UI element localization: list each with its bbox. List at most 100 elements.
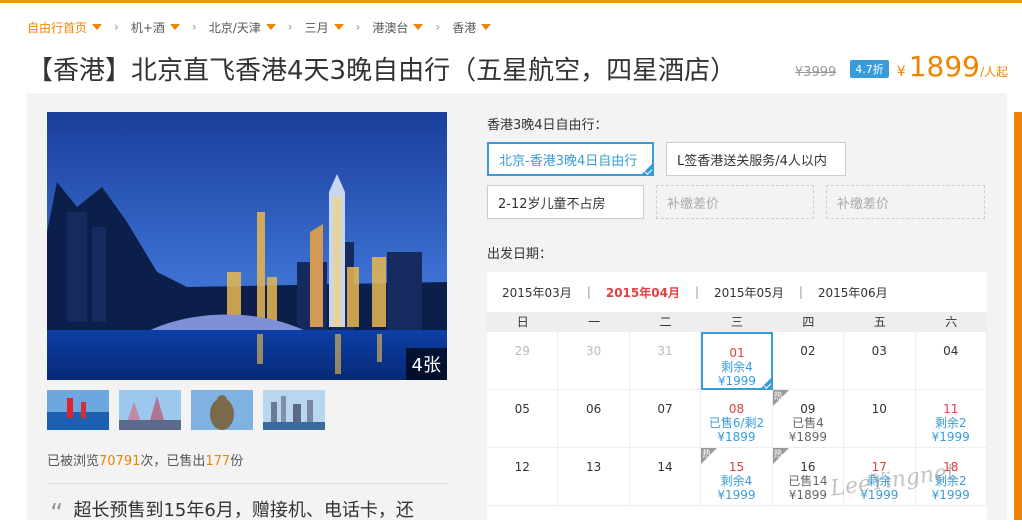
calendar-day[interactable]: 08 已售6/剩2 ¥1899 bbox=[701, 390, 773, 448]
day-number: 11 bbox=[943, 402, 959, 416]
day-number: 13 bbox=[585, 460, 602, 474]
day-number: 29 bbox=[514, 344, 530, 358]
breadcrumb-label: 三月 bbox=[304, 20, 329, 35]
day-number: 10 bbox=[871, 402, 887, 416]
thumbnail-1[interactable] bbox=[47, 390, 109, 430]
month-tab[interactable]: 2015年03月 bbox=[487, 284, 572, 301]
breadcrumb-label: 香港 bbox=[452, 20, 477, 35]
calendar-week-row: 05 06 07 08 已售6/剩2 ¥1899 09 已售4 ¥1899 热 10 11 剩余2 ¥19… bbox=[487, 390, 987, 448]
weekday-header: 日一二三四五六 bbox=[487, 312, 987, 332]
breadcrumb-label: 机+酒 bbox=[130, 20, 165, 35]
thumbnail-strip bbox=[47, 390, 325, 430]
breadcrumb-item[interactable]: 港澳台 bbox=[372, 19, 424, 36]
option-price-difference-2[interactable]: 补缴差价 bbox=[826, 185, 985, 219]
day-number: 12 bbox=[514, 460, 530, 474]
day-number: 01 bbox=[729, 346, 745, 360]
breadcrumb-item[interactable]: 香港 bbox=[452, 19, 492, 36]
package-label: 香港3晚4日自由行： bbox=[487, 118, 608, 133]
current-price: 1899 bbox=[908, 50, 980, 83]
availability-text: 剩余4 bbox=[720, 474, 753, 488]
availability-text: 已售4 bbox=[792, 416, 824, 430]
side-scroll-tab[interactable] bbox=[1014, 112, 1022, 520]
weekday-label: 四 bbox=[802, 315, 815, 329]
day-number: 02 bbox=[800, 344, 816, 358]
month-tab[interactable]: 2015年04月 bbox=[591, 284, 680, 301]
calendar-day: 04 bbox=[915, 332, 987, 390]
calendar-day: 07 bbox=[629, 390, 702, 448]
thumbnail-4[interactable] bbox=[263, 390, 325, 430]
breadcrumb-label: 港澳台 bbox=[372, 20, 409, 35]
month-tab[interactable]: 2015年05月 bbox=[699, 284, 784, 301]
calendar-day: 31 bbox=[629, 332, 702, 390]
hot-tag-icon: 热 bbox=[772, 448, 789, 464]
breadcrumb-separator-icon: › bbox=[435, 20, 441, 34]
highlight-text: 超长预售到15年6月，赠接机、电话卡，还 bbox=[73, 500, 414, 521]
dropdown-arrow-icon bbox=[169, 24, 180, 30]
calendar-day[interactable]: 11 剩余2 ¥1999 bbox=[915, 390, 987, 448]
breadcrumb-label: 自由行首页 bbox=[27, 20, 88, 35]
dropdown-arrow-icon bbox=[265, 24, 276, 30]
option-l-visa-service[interactable]: L签香港送关服务/4人以内 bbox=[666, 142, 846, 176]
original-price: ¥3999 bbox=[794, 65, 837, 80]
breadcrumb-separator-icon: › bbox=[355, 20, 361, 34]
option-label: 2-12岁儿童不占房 bbox=[498, 196, 606, 212]
currency-symbol: ¥ bbox=[896, 64, 906, 80]
breadcrumb-separator-icon: › bbox=[191, 20, 197, 34]
calendar-day[interactable]: 09 已售4 ¥1899 热 bbox=[772, 390, 845, 448]
calendar-day: 05 bbox=[487, 390, 559, 448]
option-price-difference-1[interactable]: 补缴差价 bbox=[656, 185, 814, 219]
breadcrumb-item[interactable]: 自由行首页 bbox=[27, 19, 103, 36]
calendar-day: 02 bbox=[772, 332, 845, 390]
divider bbox=[47, 483, 447, 484]
month-tabs: 2015年03月 | 2015年04月 | 2015年05月 | 2015年06月 bbox=[487, 272, 987, 312]
day-number: 03 bbox=[871, 344, 887, 358]
top-accent-line bbox=[0, 0, 1022, 3]
breadcrumb: 自由行首页 › 机+酒 › 北京/天津 › 三月 › 港澳台 › 香港 bbox=[27, 17, 492, 37]
availability-text: 剩余2 bbox=[934, 416, 967, 430]
calendar-day[interactable]: 15 剩余4 ¥1999 热 bbox=[701, 448, 773, 506]
day-price: ¥1899 bbox=[717, 430, 756, 444]
day-number: 30 bbox=[585, 344, 602, 358]
thumbnail-3[interactable] bbox=[191, 390, 253, 430]
breadcrumb-item[interactable]: 机+酒 bbox=[131, 19, 180, 36]
month-tab[interactable]: 2015年06月 bbox=[803, 284, 888, 301]
calendar-day: 13 bbox=[558, 448, 630, 506]
calendar-day: 29 bbox=[487, 332, 559, 390]
price-unit: /人起 bbox=[979, 65, 1008, 79]
hong-kong-skyline-image bbox=[47, 112, 447, 380]
day-number: 14 bbox=[657, 460, 673, 474]
thumbnail-2[interactable] bbox=[119, 390, 181, 430]
dropdown-arrow-icon bbox=[413, 24, 424, 30]
option-label: 补缴差价 bbox=[837, 196, 890, 212]
dropdown-arrow-icon bbox=[481, 24, 492, 30]
calendar-day: 30 bbox=[558, 332, 630, 390]
availability-text: 已售6/剩2 bbox=[708, 416, 765, 430]
option-beijing-hk-package[interactable]: 北京-香港3晚4日自由行 bbox=[487, 142, 654, 176]
calendar-day[interactable]: 01 剩余4 ¥1999 bbox=[701, 332, 773, 390]
hero-image[interactable]: 4张 bbox=[47, 112, 447, 380]
day-number: 31 bbox=[657, 344, 673, 358]
weekday-label: 五 bbox=[873, 315, 886, 329]
day-number: 07 bbox=[657, 402, 673, 416]
hot-tag-label: 热 bbox=[702, 450, 712, 460]
day-price: ¥1999 bbox=[717, 488, 756, 502]
weekday-label: 六 bbox=[945, 315, 958, 329]
weekday-label: 一 bbox=[588, 315, 601, 329]
day-price: ¥1999 bbox=[931, 430, 970, 444]
weekday-label: 三 bbox=[730, 315, 743, 329]
dropdown-arrow-icon bbox=[333, 24, 344, 30]
calendar-day: 10 bbox=[844, 390, 916, 448]
day-number: 08 bbox=[728, 402, 745, 416]
breadcrumb-separator-icon: › bbox=[114, 20, 119, 34]
departure-label: 出发日期： bbox=[487, 247, 553, 262]
breadcrumb-item[interactable]: 北京/天津 bbox=[209, 19, 276, 36]
product-title: 【香港】北京直飞香港4天3晚自由行（五星航空，四星酒店） bbox=[27, 56, 737, 86]
breadcrumb-item[interactable]: 三月 bbox=[305, 19, 344, 36]
option-label: 补缴差价 bbox=[667, 196, 720, 212]
calendar-day: 06 bbox=[558, 390, 630, 448]
option-child-no-bed[interactable]: 2-12岁儿童不占房 bbox=[487, 185, 644, 219]
sold-count: 177 bbox=[205, 454, 231, 469]
photo-count: 4张 bbox=[405, 348, 447, 380]
hot-tag-label: 热 bbox=[773, 392, 783, 402]
day-price: ¥1999 bbox=[931, 488, 970, 502]
